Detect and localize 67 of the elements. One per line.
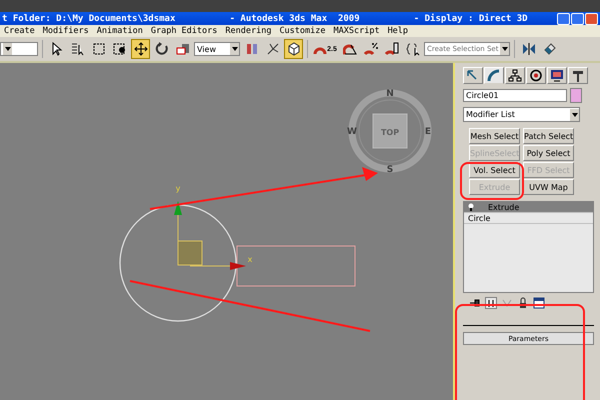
fork-icon[interactable] [501, 297, 513, 309]
caret-icon [500, 43, 509, 55]
utilities-tab[interactable] [568, 67, 588, 84]
braces-pointer-icon [406, 42, 420, 56]
menu-item[interactable]: MAXScript [334, 26, 380, 36]
hierarchy-icon [508, 69, 522, 82]
bulb-icon [468, 203, 474, 211]
modifier-button[interactable]: Poly Select [523, 145, 574, 161]
cube-icon [286, 42, 300, 56]
caret-icon [230, 43, 239, 55]
caret-icon [3, 43, 12, 55]
menu-item[interactable]: Rendering [225, 26, 272, 36]
pointer-icon [50, 42, 64, 56]
angle-magnet-icon [342, 42, 356, 56]
motion-tab[interactable] [526, 67, 546, 84]
axis-label: x [248, 255, 252, 264]
rotate-icon [154, 42, 168, 56]
object-color-swatch[interactable] [570, 88, 582, 103]
move-tool-button[interactable] [131, 39, 150, 59]
list-pointer-icon [70, 42, 84, 56]
pivot-icon [244, 42, 258, 56]
arc-icon [487, 69, 501, 82]
selection-filter-dropdown[interactable] [0, 42, 38, 56]
caret-icon [570, 108, 579, 120]
modifier-button[interactable]: UVW Map [523, 179, 574, 195]
minimize-button[interactable] [557, 12, 570, 24]
keyboard-tool-button[interactable] [284, 39, 303, 59]
wheel-icon [529, 69, 543, 82]
axis-label: y [176, 184, 180, 193]
spinner-magnet-icon [384, 42, 398, 56]
menu-item[interactable]: Customize [279, 26, 326, 36]
stack-item[interactable]: Extrude [464, 202, 593, 213]
modifier-button[interactable]: Patch Select [523, 128, 574, 144]
menu-item[interactable]: Animation [96, 26, 143, 36]
compass-label: E [424, 127, 432, 137]
move-arrows-icon [134, 42, 148, 56]
hierarchy-tab[interactable] [505, 67, 525, 84]
manipulate-icon [266, 42, 280, 56]
display-tab[interactable] [547, 67, 567, 84]
create-tab[interactable] [463, 67, 483, 84]
menu-item[interactable]: Create [4, 26, 35, 36]
menu-item[interactable]: Graph Editors [150, 26, 218, 36]
maximize-button[interactable] [571, 12, 584, 24]
compass-label: N [386, 89, 394, 99]
object-name-field[interactable]: Circle01 [463, 89, 567, 102]
view-cube-label: TOP [380, 128, 400, 137]
reference-coordinate-dropdown[interactable]: View [194, 42, 240, 56]
lock-icon[interactable] [517, 297, 529, 309]
modifier-button[interactable]: Mesh Select [469, 128, 520, 144]
mirror-icon [522, 42, 536, 56]
compass-label: W [347, 127, 357, 137]
annotation-highlight [460, 162, 524, 200]
eraser-icon [542, 42, 556, 56]
scale-boxes-icon [176, 42, 190, 56]
stack-item[interactable]: Circle [464, 213, 593, 224]
pin-icon[interactable] [469, 297, 481, 309]
close-button[interactable] [585, 12, 598, 24]
percent-magnet-icon [364, 42, 378, 56]
hammer-icon [571, 69, 585, 82]
window-title: t Folder: D:\My Documents\3dsmax - Autodesk 3ds Max 2009 - Display : Direct 3D [2, 14, 528, 24]
menu-item[interactable]: Help [388, 26, 408, 36]
menu-item[interactable]: Modifiers [42, 26, 89, 36]
monitor-icon [550, 69, 564, 82]
compass-label: S [386, 165, 394, 175]
dashed-rectangle-icon [92, 42, 106, 56]
modifier-list-dropdown[interactable]: Modifier List [463, 107, 580, 122]
modify-tab[interactable] [484, 67, 504, 84]
